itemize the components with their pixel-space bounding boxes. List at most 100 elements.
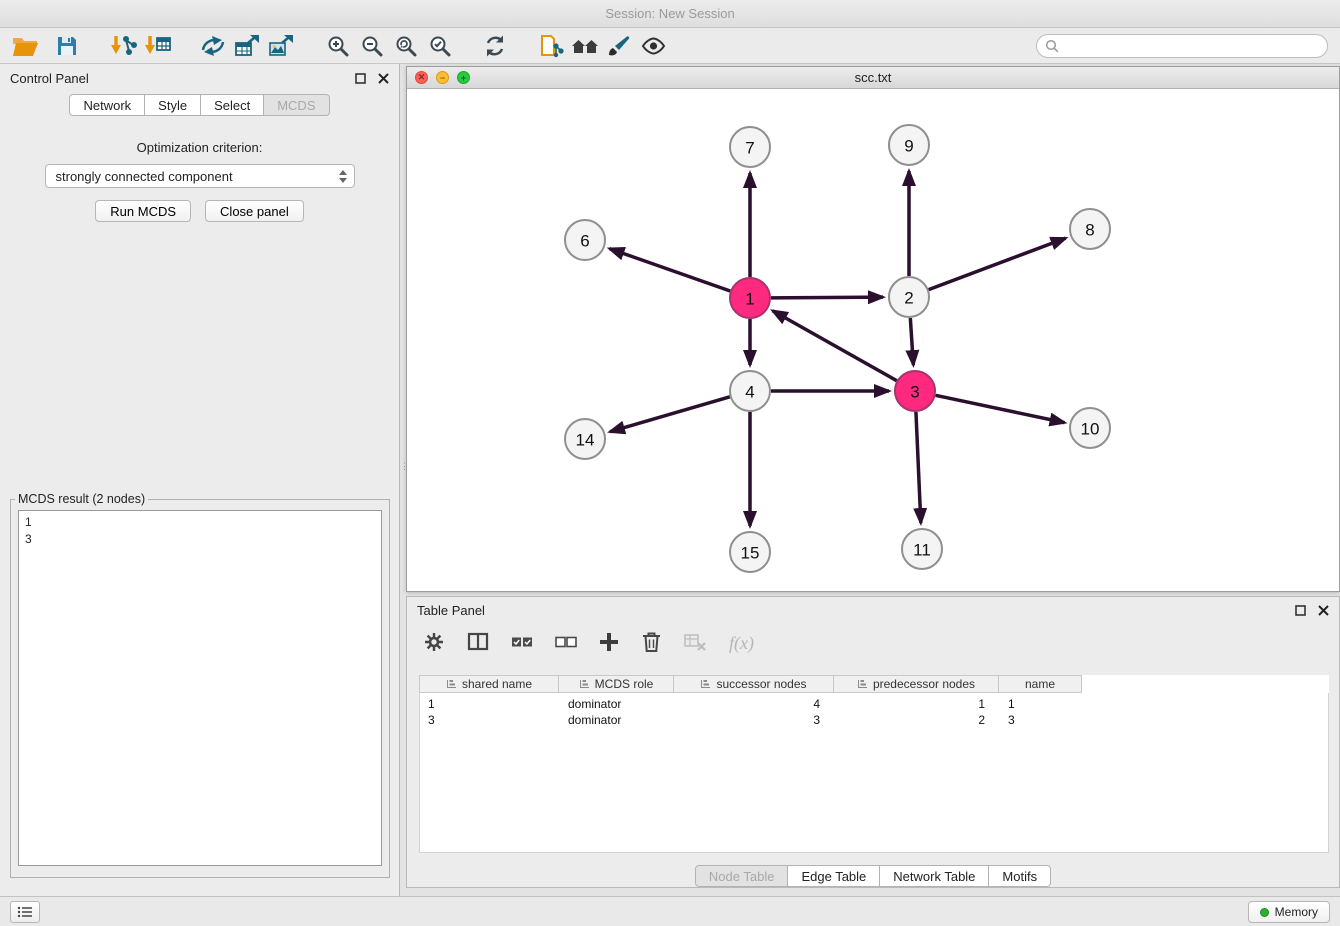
network-window-title: scc.txt — [855, 70, 892, 85]
float-panel-icon[interactable] — [355, 73, 366, 84]
zoom-fit-button[interactable] — [388, 30, 422, 62]
tab-motifs[interactable]: Motifs — [989, 865, 1051, 887]
graph-edge-3-10[interactable] — [936, 395, 1065, 422]
search-input[interactable] — [1064, 39, 1319, 54]
zoom-out-button[interactable] — [354, 30, 388, 62]
app-window: Session: New Session — [0, 0, 1340, 926]
export-table-button[interactable] — [230, 30, 264, 62]
column-sort-icon — [579, 679, 590, 689]
mcds-result-list[interactable]: 1 3 — [18, 510, 382, 866]
import-table-button[interactable] — [140, 30, 174, 62]
open-session-button[interactable] — [8, 30, 42, 62]
network-canvas[interactable]: 7 9 6 8 1 2 4 3 14 10 15 11 — [407, 89, 1339, 591]
show-columns-button[interactable] — [467, 631, 489, 655]
float-panel-icon[interactable] — [1295, 605, 1306, 616]
graph-edge-1-2[interactable] — [771, 297, 883, 298]
table-row[interactable]: 1 dominator 4 1 1 — [420, 696, 1328, 712]
zoom-window-icon[interactable]: + — [457, 71, 470, 84]
graph-node-8[interactable]: 8 — [1070, 209, 1110, 249]
main-toolbar — [0, 28, 1340, 64]
minimize-window-icon[interactable]: − — [436, 71, 449, 84]
tab-edge-table[interactable]: Edge Table — [788, 865, 880, 887]
table-panel-title: Table Panel — [417, 603, 485, 618]
save-icon — [56, 35, 78, 57]
table-panel-tabs: Node Table Edge Table Network Table Moti… — [407, 865, 1339, 887]
close-panel-icon[interactable] — [378, 73, 389, 84]
mcds-result-line: 3 — [25, 531, 375, 548]
delete-table-button[interactable] — [684, 632, 707, 654]
column-header-successor-nodes[interactable]: successor nodes — [674, 675, 834, 693]
window-titlebar[interactable]: Session: New Session — [0, 0, 1340, 28]
tab-mcds[interactable]: MCDS — [264, 94, 329, 116]
function-builder-button[interactable]: f(x) — [729, 633, 754, 654]
refresh-icon — [483, 34, 507, 58]
zoom-selected-button[interactable] — [422, 30, 456, 62]
zoom-in-button[interactable] — [320, 30, 354, 62]
node-table: shared name MCDS role successor nodes pr… — [419, 675, 1329, 853]
clone-network-button[interactable] — [534, 30, 568, 62]
table-settings-button[interactable] — [423, 631, 445, 656]
graph-edge-3-1[interactable] — [773, 311, 897, 381]
tab-node-table[interactable]: Node Table — [695, 865, 789, 887]
add-column-button[interactable] — [599, 632, 619, 655]
graph-edge-2-3[interactable] — [910, 318, 913, 365]
delete-table-icon — [684, 632, 707, 651]
graph-node-3[interactable]: 3 — [895, 371, 935, 411]
graph-node-7[interactable]: 7 — [730, 127, 770, 167]
graph-node-label: 10 — [1081, 420, 1100, 439]
eye-icon — [641, 37, 666, 55]
graph-node-4[interactable]: 4 — [730, 371, 770, 411]
tab-network[interactable]: Network — [69, 94, 145, 116]
first-neighbors-button[interactable] — [568, 30, 602, 62]
graph-edge-2-8[interactable] — [929, 238, 1066, 289]
refresh-view-button[interactable] — [478, 30, 512, 62]
optimization-criterion-label: Optimization criterion: — [0, 140, 399, 155]
graph-edge-4-14[interactable] — [610, 397, 730, 432]
column-header-predecessor-nodes[interactable]: predecessor nodes — [834, 675, 999, 693]
memory-button[interactable]: Memory — [1248, 901, 1330, 923]
show-hide-button[interactable] — [636, 30, 670, 62]
window-title: Session: New Session — [605, 6, 734, 21]
tab-select[interactable]: Select — [201, 94, 264, 116]
columns-icon — [467, 631, 489, 652]
criterion-select[interactable]: strongly connected component — [45, 164, 355, 188]
save-session-button[interactable] — [50, 30, 84, 62]
column-header-mcds-role[interactable]: MCDS role — [559, 675, 674, 693]
import-network-button[interactable] — [106, 30, 140, 62]
delete-column-button[interactable] — [641, 631, 662, 656]
column-header-name[interactable]: name — [999, 675, 1082, 693]
tab-style[interactable]: Style — [145, 94, 201, 116]
close-panel-button[interactable]: Close panel — [205, 200, 304, 222]
select-stepper-icon — [339, 170, 349, 183]
graph-edge-3-11[interactable] — [916, 412, 921, 523]
deselect-all-rows-button[interactable] — [555, 635, 577, 652]
memory-status-icon — [1260, 908, 1269, 917]
mcds-result-line: 1 — [25, 514, 375, 531]
apply-style-button[interactable] — [602, 30, 636, 62]
column-sort-icon — [446, 679, 457, 689]
graph-node-14[interactable]: 14 — [565, 419, 605, 459]
table-row[interactable]: 3 dominator 3 2 3 — [420, 712, 1328, 728]
graph-node-10[interactable]: 10 — [1070, 408, 1110, 448]
column-header-shared-name[interactable]: shared name — [419, 675, 559, 693]
new-network-button[interactable] — [196, 30, 230, 62]
network-window-titlebar[interactable]: ✕ − + scc.txt — [407, 67, 1339, 89]
graph-node-11[interactable]: 11 — [902, 529, 942, 569]
close-panel-icon[interactable] — [1318, 605, 1329, 616]
graph-node-9[interactable]: 9 — [889, 125, 929, 165]
close-window-icon[interactable]: ✕ — [415, 71, 428, 84]
task-history-button[interactable] — [10, 901, 40, 923]
graph-node-6[interactable]: 6 — [565, 220, 605, 260]
run-mcds-button[interactable]: Run MCDS — [95, 200, 191, 222]
graph-node-2[interactable]: 2 — [889, 277, 929, 317]
export-image-button[interactable] — [264, 30, 298, 62]
graph-node-1[interactable]: 1 — [730, 278, 770, 318]
tab-network-table[interactable]: Network Table — [880, 865, 989, 887]
select-all-rows-button[interactable] — [511, 635, 533, 652]
graph-node-15[interactable]: 15 — [730, 532, 770, 572]
control-panel-tabs: Network Style Select MCDS — [0, 94, 399, 116]
zoom-out-icon — [360, 34, 383, 57]
graph-edge-1-6[interactable] — [610, 249, 731, 291]
control-panel-title: Control Panel — [10, 71, 89, 86]
import-table-icon — [144, 34, 171, 58]
